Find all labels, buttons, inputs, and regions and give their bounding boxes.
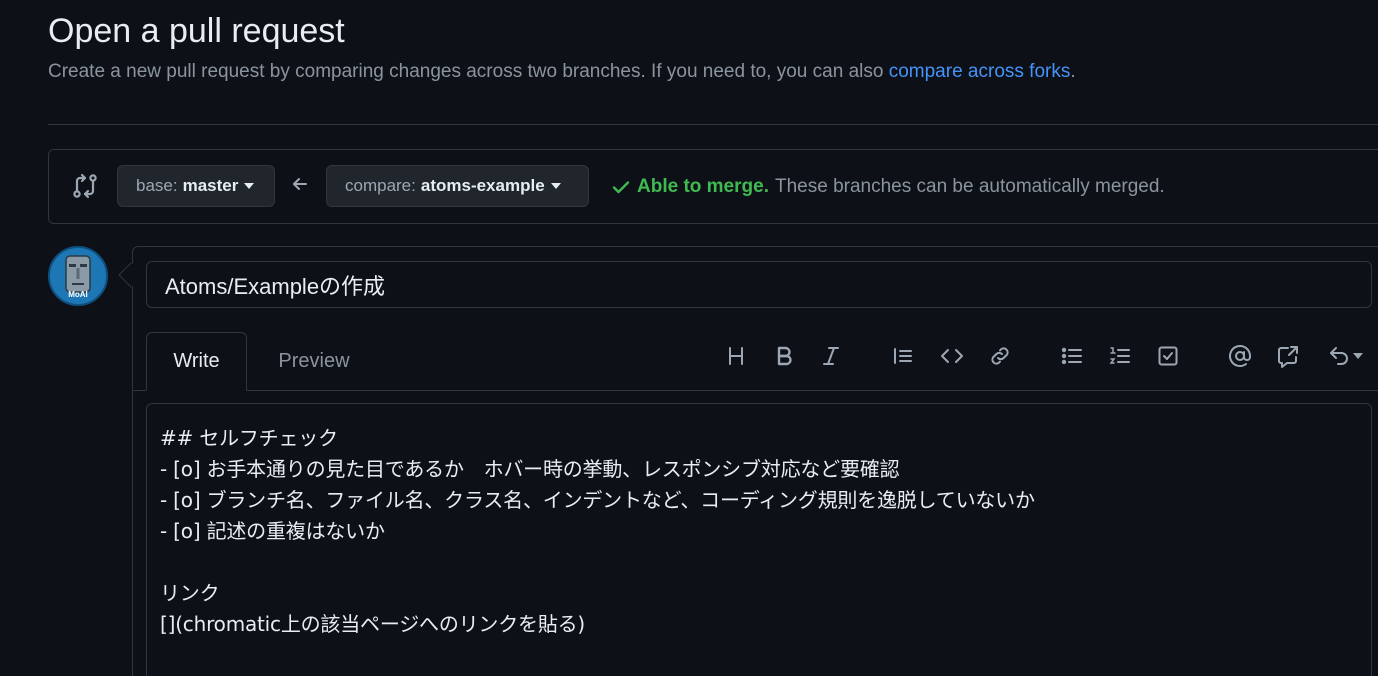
git-compare-icon bbox=[73, 173, 97, 199]
merge-status-label: Able to merge. bbox=[637, 176, 769, 197]
arrow-left-icon bbox=[293, 178, 307, 190]
body-line: ## セルフチェック bbox=[160, 426, 338, 450]
body-line: - [o] お手本通りの見た目であるか ホバー時の挙動、レスポンシブ対応など要確… bbox=[160, 457, 900, 481]
compare-branch-button[interactable]: compare: atoms-example bbox=[326, 165, 589, 207]
bold-icon[interactable] bbox=[770, 342, 798, 370]
code-icon[interactable] bbox=[938, 342, 966, 370]
body-line: - [o] ブランチ名、ファイル名、クラス名、インデントなど、コーディング規則を… bbox=[160, 488, 1035, 512]
chevron-down-icon bbox=[1353, 353, 1363, 359]
pr-body-textarea[interactable]: ## セルフチェック - [o] お手本通りの見た目であるか ホバー時の挙動、レ… bbox=[146, 403, 1372, 676]
quote-icon[interactable] bbox=[889, 342, 917, 370]
italic-icon[interactable] bbox=[817, 342, 845, 370]
cross-reference-icon[interactable] bbox=[1274, 342, 1302, 370]
tab-preview[interactable]: Preview bbox=[262, 332, 366, 391]
base-prefix: base: bbox=[136, 176, 178, 195]
chevron-down-icon bbox=[244, 183, 255, 189]
tab-write[interactable]: Write bbox=[146, 332, 247, 391]
compare-prefix: compare: bbox=[345, 176, 416, 195]
base-branch-name: master bbox=[182, 176, 239, 195]
chevron-down-icon bbox=[550, 183, 561, 189]
base-branch-button[interactable]: base: master bbox=[117, 165, 275, 207]
saved-reply-icon[interactable] bbox=[1322, 342, 1368, 370]
avatar-label: MoAI bbox=[68, 290, 88, 299]
avatar[interactable]: MoAI bbox=[48, 246, 108, 306]
task-list-icon[interactable] bbox=[1154, 342, 1182, 370]
pr-title-input[interactable] bbox=[146, 261, 1372, 308]
body-line: リンク bbox=[160, 581, 220, 605]
body-line: - [o] 記述の重複はないか bbox=[160, 519, 385, 543]
body-line: [](chromatic上の該当ページへのリンクを貼る) bbox=[160, 612, 586, 636]
compare-across-forks-link[interactable]: compare across forks bbox=[889, 61, 1071, 82]
branch-range-editor: base: master compare: atoms-example Able… bbox=[48, 149, 1378, 224]
merge-status-detail: These branches can be automatically merg… bbox=[774, 176, 1165, 197]
compare-branch-name: atoms-example bbox=[420, 176, 545, 195]
page-subtitle: Create a new pull request by comparing c… bbox=[48, 61, 1076, 83]
heading-icon[interactable] bbox=[722, 342, 750, 370]
subtitle-text: Create a new pull request by comparing c… bbox=[48, 61, 889, 82]
link-icon[interactable] bbox=[986, 342, 1014, 370]
merge-status: Able to merge. These branches can be aut… bbox=[611, 176, 1165, 198]
ordered-list-icon[interactable] bbox=[1106, 342, 1134, 370]
check-icon bbox=[612, 181, 630, 194]
page-title: Open a pull request bbox=[48, 12, 345, 50]
subtitle-suffix: . bbox=[1070, 61, 1076, 82]
header-divider bbox=[48, 124, 1378, 125]
unordered-list-icon[interactable] bbox=[1058, 342, 1086, 370]
mention-icon[interactable] bbox=[1226, 342, 1254, 370]
